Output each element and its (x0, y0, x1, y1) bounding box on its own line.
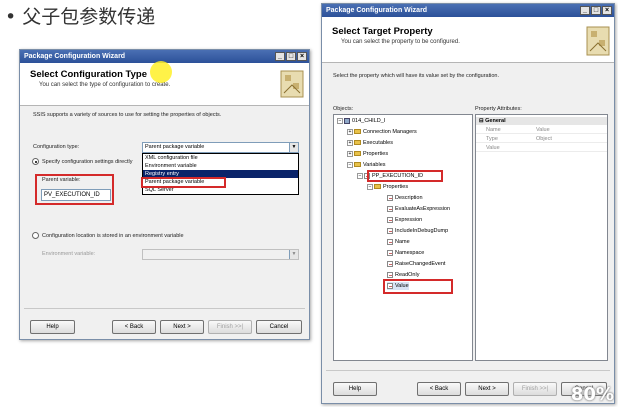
right-titlebar: Package Configuration Wizard _ □ × (322, 4, 614, 17)
radio-env-label: Configuration location is stored in an e… (42, 233, 184, 239)
chevron-down-icon[interactable]: ▼ (289, 250, 298, 259)
help-button[interactable]: Help (333, 382, 377, 396)
radio-specify-directly[interactable] (32, 158, 39, 165)
config-type-select[interactable]: Parent package variable ▼ (142, 142, 299, 153)
cursor-highlight (150, 61, 172, 83)
dropdown-option[interactable]: XML configuration file (143, 154, 298, 162)
help-button[interactable]: Help (30, 320, 75, 334)
tree-node-executables[interactable]: + Executables (347, 139, 393, 147)
property-attributes-grid[interactable]: ⊟ General Name Value Type Object Value (475, 114, 608, 361)
property-icon (387, 216, 393, 223)
watermark: 80% (570, 384, 614, 405)
tree-node-prop[interactable]: EvaluateAsExpression (387, 205, 450, 213)
tree-node-var-properties[interactable]: − Properties (367, 183, 408, 191)
close-button[interactable]: × (602, 6, 612, 15)
footer-divider (326, 370, 610, 371)
highlight-parent-variable (35, 174, 114, 205)
page-title: Select Target Property (332, 26, 433, 37)
tree-node-prop[interactable]: Expression (387, 216, 422, 224)
page-title: Select Configuration Type (30, 69, 148, 80)
finish-button[interactable]: Finish >>| (208, 320, 252, 334)
wizard-icon (586, 26, 610, 56)
property-icon (387, 205, 393, 212)
tree-node-variables[interactable]: − Variables (347, 161, 386, 169)
back-button[interactable]: < Back (417, 382, 461, 396)
cancel-button[interactable]: Cancel (256, 320, 302, 334)
next-button[interactable]: Next > (160, 320, 204, 334)
attribute-row: Name Value (476, 126, 607, 134)
right-window-title: Package Configuration Wizard (326, 7, 428, 14)
chevron-down-icon[interactable]: ▼ (289, 143, 298, 152)
tree-node-prop[interactable]: RaiseChangedEvent (387, 260, 445, 268)
folder-icon (354, 151, 361, 157)
tree-node-prop[interactable]: ReadOnly (387, 271, 419, 279)
left-window-title: Package Configuration Wizard (24, 53, 126, 60)
tree-node-prop[interactable]: Name (387, 238, 410, 246)
attribute-row: Type Object (476, 135, 607, 143)
highlight-value (383, 279, 453, 294)
config-type-label: Configuration type: (33, 144, 80, 150)
intro-text: SSIS supports a variety of sources to us… (33, 112, 222, 118)
highlight-parent-package-option (141, 177, 226, 188)
left-wizard-window: Package Configuration Wizard _ □ × Selec… (19, 49, 310, 340)
maximize-button[interactable]: □ (591, 6, 601, 15)
objects-tree[interactable]: −014_CHILD_I + Connection Managers + Execu… (333, 114, 473, 361)
env-var-label: Environment variable: (42, 251, 96, 257)
attributes-group-header: ⊟ General (476, 117, 607, 125)
property-icon (387, 260, 393, 267)
folder-icon (354, 162, 361, 168)
page-subtitle: You can select the property to be config… (341, 39, 460, 45)
property-icon (387, 227, 393, 234)
minimize-button[interactable]: _ (580, 6, 590, 15)
page-subtitle: You can select the type of configuration… (39, 82, 171, 88)
tree-node-prop[interactable]: Namespace (387, 249, 424, 257)
attributes-label: Property Attributes: (475, 106, 522, 112)
folder-icon (354, 140, 361, 146)
property-icon (387, 271, 393, 278)
next-button[interactable]: Next > (465, 382, 509, 396)
tree-node-properties[interactable]: + Properties (347, 150, 388, 158)
maximize-button[interactable]: □ (286, 52, 296, 61)
config-type-value: Parent package variable (145, 144, 205, 150)
radio-env-variable[interactable] (32, 232, 39, 239)
finish-button[interactable]: Finish >>| (513, 382, 557, 396)
right-wizard-window: Package Configuration Wizard _ □ × Selec… (321, 3, 615, 404)
right-header: Select Target Property You can select th… (322, 17, 614, 63)
intro-text: Select the property which will have its … (333, 73, 500, 79)
property-icon (387, 249, 393, 256)
footer-divider (24, 308, 305, 309)
slide-title: • 父子包参数传递 (5, 6, 156, 28)
dropdown-option[interactable]: Environment variable (143, 162, 298, 170)
objects-label: Objects: (333, 106, 354, 112)
env-var-select[interactable]: ▼ (142, 249, 299, 260)
tree-node-connection-managers[interactable]: + Connection Managers (347, 128, 417, 136)
highlight-variable (367, 170, 443, 182)
slide: • 父子包参数传递 Package Configuration Wizard _… (0, 0, 618, 407)
minimize-button[interactable]: _ (275, 52, 285, 61)
wizard-icon (280, 70, 304, 98)
package-icon (344, 117, 350, 124)
config-type-dropdown[interactable]: XML configuration file Environment varia… (142, 153, 299, 195)
tree-node-prop[interactable]: Description (387, 194, 423, 202)
property-icon (387, 238, 393, 245)
folder-icon (354, 129, 361, 135)
tree-node-root[interactable]: −014_CHILD_I (337, 117, 385, 125)
radio-specify-label: Specify configuration settings directly (42, 159, 133, 165)
folder-icon (374, 184, 381, 190)
attribute-row: Value (476, 144, 607, 152)
close-button[interactable]: × (297, 52, 307, 61)
tree-node-prop[interactable]: IncludeInDebugDump (387, 227, 448, 235)
back-button[interactable]: < Back (112, 320, 156, 334)
property-icon (387, 194, 393, 201)
